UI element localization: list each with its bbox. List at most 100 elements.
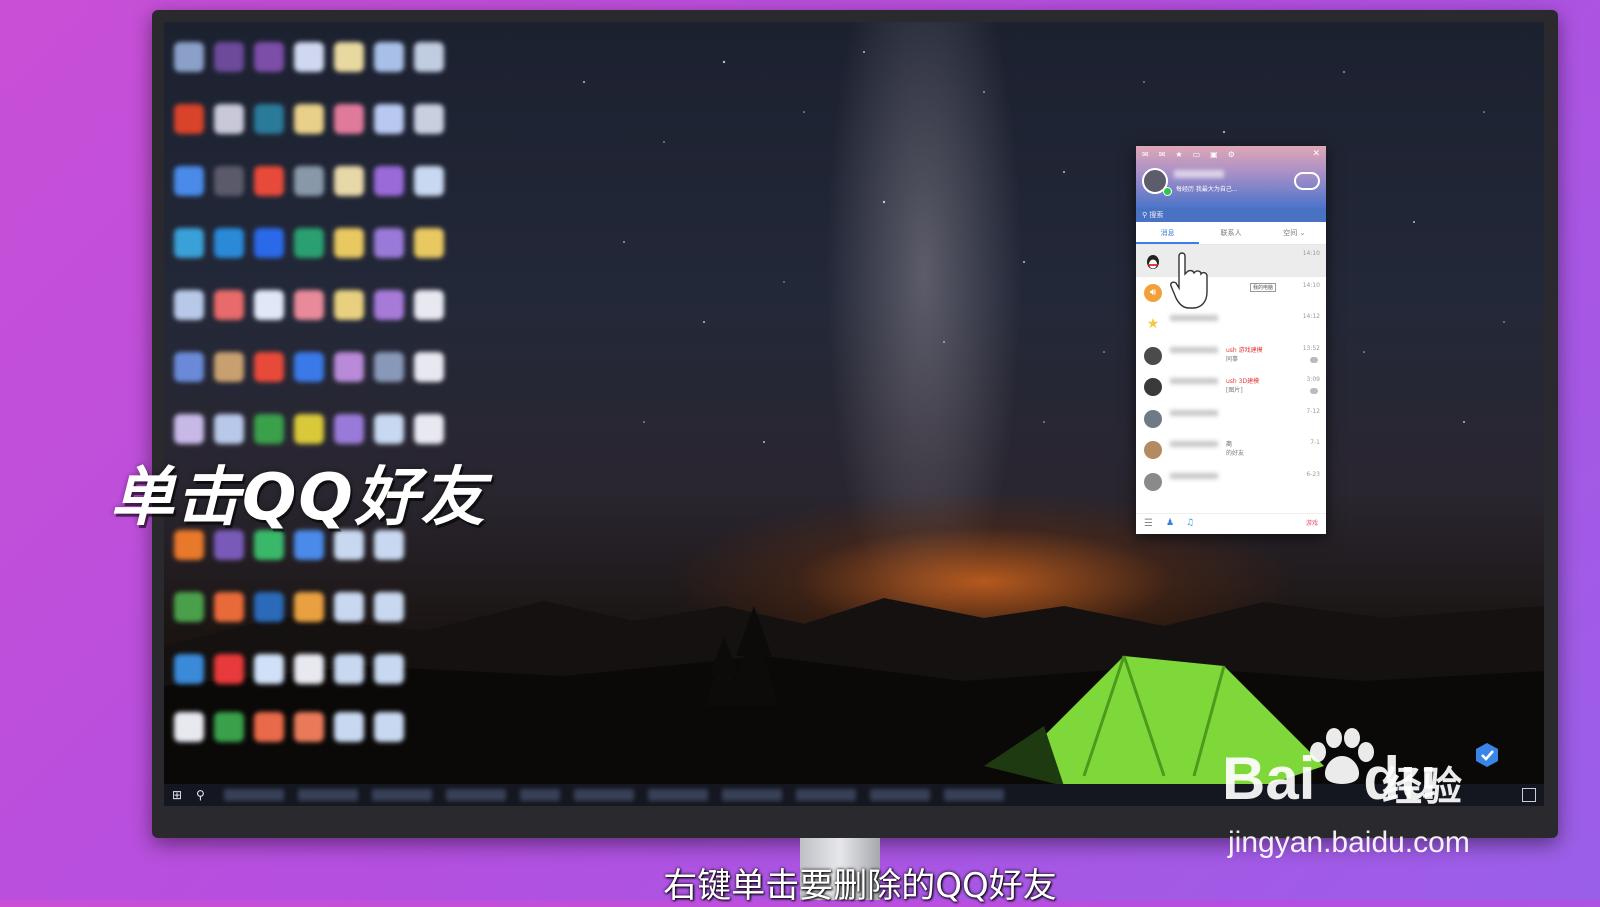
menu-icon[interactable]: ☰ bbox=[1144, 518, 1153, 529]
desktop-icon[interactable] bbox=[174, 290, 204, 320]
desktop-icon[interactable] bbox=[334, 42, 364, 72]
desktop-icon[interactable] bbox=[334, 104, 364, 134]
taskbar-app[interactable] bbox=[574, 789, 634, 801]
desktop-icon[interactable] bbox=[254, 414, 284, 444]
app-manager-icon[interactable]: ♫ bbox=[1186, 518, 1194, 528]
desktop-icon[interactable] bbox=[294, 166, 324, 196]
desktop-icon[interactable] bbox=[174, 414, 204, 444]
list-item[interactable]: ★ 14:12 bbox=[1136, 308, 1326, 340]
desktop-icon[interactable] bbox=[374, 414, 404, 444]
desktop-icon[interactable] bbox=[214, 42, 244, 72]
desktop-icon[interactable] bbox=[334, 654, 364, 684]
qq-star-icon[interactable]: ★ bbox=[1175, 150, 1182, 159]
desktop-icon[interactable] bbox=[174, 42, 204, 72]
desktop-icon[interactable] bbox=[374, 592, 404, 622]
desktop-icon[interactable] bbox=[214, 592, 244, 622]
desktop-icon[interactable] bbox=[374, 712, 404, 742]
list-item[interactable]: 14:10 bbox=[1136, 245, 1326, 277]
tab-messages[interactable]: 消息 bbox=[1136, 222, 1200, 244]
desktop-icon[interactable] bbox=[254, 166, 284, 196]
taskbar-app[interactable] bbox=[520, 789, 560, 801]
desktop-icon[interactable] bbox=[334, 166, 364, 196]
desktop-icon[interactable] bbox=[174, 712, 204, 742]
signature[interactable]: 每经历 我最大为自己... bbox=[1176, 184, 1238, 193]
qq-mail-icon[interactable]: ✉ bbox=[1159, 150, 1166, 159]
list-item[interactable]: 商 的好友 7-1 bbox=[1136, 434, 1326, 466]
desktop-icon[interactable] bbox=[174, 592, 204, 622]
online-status-icon[interactable] bbox=[1163, 187, 1172, 196]
desktop-icon[interactable] bbox=[174, 352, 204, 382]
desktop-icon[interactable] bbox=[214, 166, 244, 196]
desktop-icon[interactable] bbox=[414, 290, 444, 320]
desktop-icon[interactable] bbox=[254, 104, 284, 134]
desktop-icon[interactable] bbox=[254, 654, 284, 684]
game-center-icon[interactable]: 游戏 bbox=[1306, 518, 1318, 527]
desktop-icon[interactable] bbox=[294, 290, 324, 320]
desktop-icon[interactable] bbox=[294, 654, 324, 684]
desktop-icon[interactable] bbox=[414, 228, 444, 258]
app-shield-icon[interactable] bbox=[1474, 742, 1500, 768]
add-contact-icon[interactable]: ♟ bbox=[1166, 518, 1174, 528]
list-item[interactable]: 7-12 bbox=[1136, 403, 1326, 435]
desktop-icon[interactable] bbox=[414, 166, 444, 196]
taskbar-app[interactable] bbox=[298, 789, 358, 801]
desktop-icon[interactable] bbox=[254, 228, 284, 258]
desktop-icon[interactable] bbox=[254, 42, 284, 72]
desktop-icon[interactable] bbox=[374, 228, 404, 258]
desktop-icon[interactable] bbox=[294, 228, 324, 258]
qq-settings-icon[interactable]: ⚙ bbox=[1228, 150, 1235, 159]
weather-icon[interactable] bbox=[1294, 172, 1320, 190]
desktop-icon[interactable] bbox=[294, 42, 324, 72]
taskbar-app[interactable] bbox=[372, 789, 432, 801]
desktop-icon[interactable] bbox=[374, 166, 404, 196]
close-icon[interactable]: ✕ bbox=[1312, 149, 1320, 159]
list-item[interactable]: 6-23 bbox=[1136, 466, 1326, 498]
desktop-icon[interactable] bbox=[374, 352, 404, 382]
qq-gift-icon[interactable]: ▣ bbox=[1210, 150, 1218, 159]
taskbar-app[interactable] bbox=[224, 789, 284, 801]
windows-start-icon[interactable]: ⊞ bbox=[172, 788, 186, 802]
desktop-icon[interactable] bbox=[334, 592, 364, 622]
search-icon[interactable]: ⚲ bbox=[196, 788, 210, 802]
taskbar-app[interactable] bbox=[446, 789, 506, 801]
desktop-icon[interactable] bbox=[174, 228, 204, 258]
qq-folder-icon[interactable]: ▭ bbox=[1193, 150, 1201, 159]
desktop-icon[interactable] bbox=[334, 290, 364, 320]
desktop-icon[interactable] bbox=[294, 592, 324, 622]
desktop-icon[interactable] bbox=[414, 42, 444, 72]
tab-contacts[interactable]: 联系人 bbox=[1199, 222, 1262, 244]
desktop-icon[interactable] bbox=[374, 290, 404, 320]
desktop-icon[interactable] bbox=[334, 414, 364, 444]
taskbar-app[interactable] bbox=[944, 789, 1004, 801]
desktop-icon[interactable] bbox=[214, 104, 244, 134]
desktop-icon[interactable] bbox=[254, 352, 284, 382]
desktop-icon[interactable] bbox=[294, 414, 324, 444]
desktop-icon[interactable] bbox=[174, 654, 204, 684]
desktop-icon[interactable] bbox=[374, 654, 404, 684]
desktop-icon[interactable] bbox=[174, 166, 204, 196]
desktop-icon[interactable] bbox=[214, 654, 244, 684]
taskbar-app[interactable] bbox=[870, 789, 930, 801]
list-item[interactable]: ush 3D建模 [图片] 3:09 bbox=[1136, 371, 1326, 403]
taskbar-app[interactable] bbox=[796, 789, 856, 801]
desktop-icon[interactable] bbox=[294, 352, 324, 382]
taskbar-app[interactable] bbox=[722, 789, 782, 801]
desktop-icon[interactable] bbox=[214, 414, 244, 444]
desktop-icon[interactable] bbox=[414, 104, 444, 134]
desktop-icon[interactable] bbox=[294, 712, 324, 742]
desktop-icon[interactable] bbox=[334, 352, 364, 382]
desktop-icon[interactable] bbox=[254, 592, 284, 622]
desktop-icon[interactable] bbox=[334, 228, 364, 258]
list-item[interactable]: ush 游戏建模 同事 13:52 bbox=[1136, 340, 1326, 372]
desktop-icon[interactable] bbox=[174, 104, 204, 134]
qq-skin-icon[interactable]: ✉ bbox=[1142, 150, 1149, 159]
desktop-icon[interactable] bbox=[294, 104, 324, 134]
desktop-icon[interactable] bbox=[214, 352, 244, 382]
desktop-icon[interactable] bbox=[214, 228, 244, 258]
search-input[interactable]: ⚲ 搜索 bbox=[1136, 208, 1326, 222]
list-item[interactable]: 🔊︎ 我的电脑 14:10 bbox=[1136, 277, 1326, 309]
desktop-icon[interactable] bbox=[334, 712, 364, 742]
desktop-icon[interactable] bbox=[414, 414, 444, 444]
taskbar-app[interactable] bbox=[648, 789, 708, 801]
desktop-icon[interactable] bbox=[254, 712, 284, 742]
